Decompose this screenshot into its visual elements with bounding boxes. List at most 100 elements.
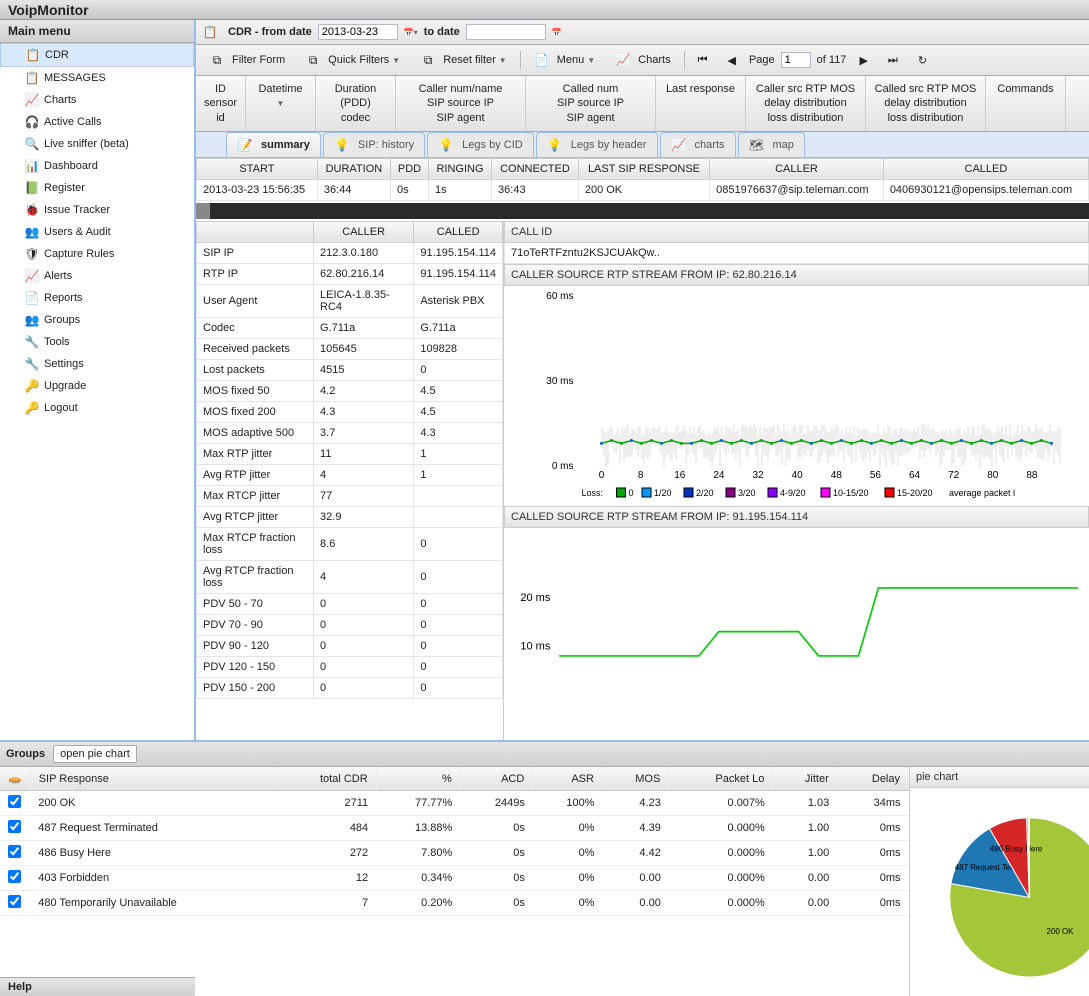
sidebar-item-logout[interactable]: 🔑Logout [0,397,194,419]
sidebar-item-active-calls[interactable]: 🎧Active Calls [0,111,194,133]
app-title: VoipMonitor [0,0,1089,20]
next-page-button[interactable]: ▶ [852,51,874,70]
table-row[interactable]: 200 OK271177.77%2449s100%4.230.007%1.033… [0,791,909,816]
metric-value: 105645 [314,338,414,359]
summary-col: CALLED [883,158,1088,179]
menu-label: Settings [44,358,84,370]
menu-label: Alerts [44,270,72,282]
sidebar-item-groups[interactable]: 👥Groups [0,309,194,331]
column-header[interactable]: Datetime ▼ [246,76,316,131]
row-checkbox[interactable] [8,795,21,808]
column-header[interactable]: Duration(PDD)codec [316,76,396,131]
help-bar[interactable]: Help [0,977,195,996]
charts-button[interactable]: 📈Charts [608,49,677,71]
cdr-icon: 📋 [202,24,218,40]
prev-page-button[interactable]: ◀ [720,51,742,70]
svg-text:32: 32 [752,470,764,481]
menu-icon: 📊 [24,158,40,174]
group-col[interactable]: % [376,767,460,791]
sidebar-item-reports[interactable]: 📄Reports [0,287,194,309]
last-page-button[interactable]: ⏭ [881,51,905,70]
open-pie-chart-button[interactable]: open pie chart [53,745,137,763]
table-row[interactable]: 487 Request Terminated48413.88%0s0%4.390… [0,816,909,841]
menu-button[interactable]: 📄Menu ▼ [527,49,602,71]
column-header[interactable]: IDsensor id [196,76,246,131]
column-header[interactable]: Caller num/nameSIP source IPSIP agent [396,76,526,131]
group-col[interactable]: ASR [533,767,603,791]
column-header[interactable]: Caller src RTP MOSdelay distributionloss… [746,76,866,131]
table-row[interactable]: 486 Busy Here2727.80%0s0%4.420.000%1.000… [0,841,909,866]
metric-value: 4.5 [414,380,503,401]
group-col[interactable]: Delay [837,767,908,791]
svg-text:Loss:: Loss: [582,488,604,498]
metric-value: 212.3.0.180 [314,242,414,263]
sidebar-item-messages[interactable]: 📋MESSAGES [0,67,194,89]
sidebar-item-alerts[interactable]: 📈 Alerts [0,265,194,287]
metric-value: 4.2 [314,380,414,401]
group-col[interactable]: SIP Response [30,767,274,791]
filter-form-button[interactable]: ⧉Filter Form [202,49,292,71]
row-checkbox[interactable] [8,845,21,858]
row-checkbox[interactable] [8,870,21,883]
column-header[interactable]: Commands [986,76,1066,131]
tab-charts[interactable]: 📈charts [660,132,736,157]
date-picker-icon[interactable]: 📅▾ [404,28,418,37]
column-header[interactable]: Called numSIP source IPSIP agent [526,76,656,131]
sidebar-item-settings[interactable]: 🔧Settings [0,353,194,375]
page-total: of 117 [817,54,847,66]
menu-icon: 📗 [24,180,40,196]
column-header[interactable]: Called src RTP MOSdelay distributionloss… [866,76,986,131]
date-picker-icon[interactable]: 📅 [552,28,562,37]
sidebar-item-dashboard[interactable]: 📊Dashboard [0,155,194,177]
svg-text:0 ms: 0 ms [552,461,574,472]
sidebar-item-capture-rules[interactable]: 🛡Capture Rules [0,243,194,265]
refresh-button[interactable]: ↻ [911,51,934,70]
row-checkbox[interactable] [8,820,21,833]
menu-tree: 📋CDR📋MESSAGES📈Charts🎧Active Calls🔍Live s… [0,43,194,740]
row-checkbox[interactable] [8,895,21,908]
sidebar-item-issue-tracker[interactable]: 🐞Issue Tracker [0,199,194,221]
from-date-input[interactable] [318,24,398,40]
group-col[interactable]: Packet Lo [669,767,773,791]
summary-cell: 0406930121@opensips.teleman.com [883,179,1088,200]
tab-legs-by-header[interactable]: 💡Legs by header [536,132,658,157]
group-col[interactable]: total CDR [274,767,376,791]
svg-text:15-20/20: 15-20/20 [897,488,933,498]
tab-sip-history[interactable]: 💡SIP: history [323,132,425,157]
sidebar-item-live-sniffer-beta-[interactable]: 🔍Live sniffer (beta) [0,133,194,155]
sidebar-item-charts[interactable]: 📈Charts [0,89,194,111]
sidebar-item-register[interactable]: 📗Register [0,177,194,199]
quick-filters-button[interactable]: ⧉Quick Filters ▼ [298,49,407,71]
first-page-button[interactable]: ⏮ [691,51,715,70]
svg-text:0: 0 [599,470,605,481]
tab-map[interactable]: 🗺map [738,132,805,157]
tab-summary[interactable]: 📝summary [226,132,321,157]
table-row[interactable]: 403 Forbidden120.34%0s0%0.000.000%0.000m… [0,866,909,891]
menu-icon: 📈 [24,268,40,284]
play-button-icon[interactable] [196,203,210,219]
sidebar-item-upgrade[interactable]: 🔑Upgrade [0,375,194,397]
cdr-from-label: CDR - from date [228,26,312,38]
to-date-input[interactable] [466,24,546,40]
metric-label: MOS fixed 200 [197,401,314,422]
metric-value: 0 [414,656,503,677]
group-col[interactable]: Jitter [773,767,837,791]
sidebar-item-tools[interactable]: 🔧Tools [0,331,194,353]
audio-playbar[interactable] [196,203,1089,219]
group-col[interactable]: ACD [460,767,533,791]
reset-filter-button[interactable]: ⧉Reset filter ▼ [413,49,514,71]
menu-icon: 🔑 [24,378,40,394]
group-col[interactable]: MOS [602,767,668,791]
metric-value: 0 [314,677,414,698]
svg-text:48: 48 [831,470,843,481]
metric-value: LEICA-1.8.35-RC4 [314,284,414,317]
table-row[interactable]: 480 Temporarily Unavailable70.20%0s0%0.0… [0,891,909,916]
to-date-label: to date [424,26,460,38]
column-header[interactable]: Last response [656,76,746,131]
sidebar-item-cdr[interactable]: 📋CDR [0,43,194,67]
sidebar-item-users-audit[interactable]: 👥Users & Audit [0,221,194,243]
page-input[interactable] [781,52,811,68]
tab-legs-by-cid[interactable]: 💡Legs by CID [427,132,534,157]
metric-label: PDV 50 - 70 [197,593,314,614]
metric-label: PDV 90 - 120 [197,635,314,656]
